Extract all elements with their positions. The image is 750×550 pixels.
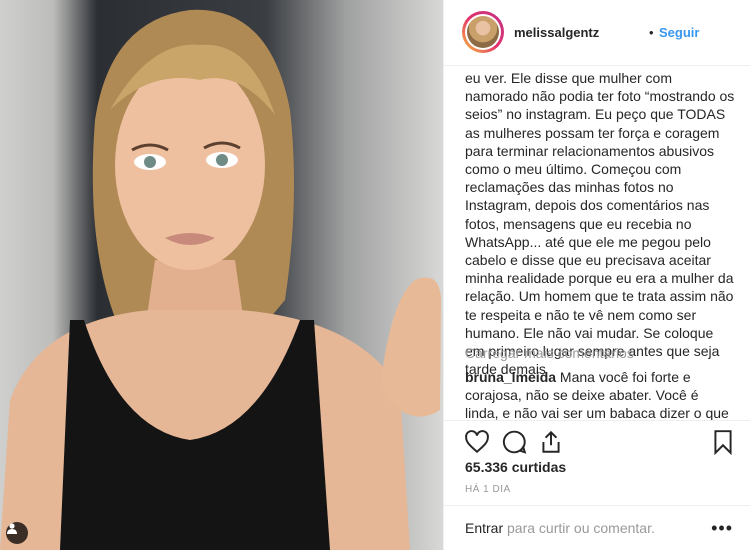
separator-dot: • <box>649 25 654 40</box>
likes-count[interactable]: 65.336 curtidas <box>465 459 566 475</box>
login-link[interactable]: Entrar <box>465 520 503 536</box>
post-caption: eu ver. Ele disse que mulher com namorad… <box>465 70 735 378</box>
post-photo[interactable] <box>0 0 443 550</box>
follow-button[interactable]: Seguir <box>659 25 699 40</box>
comment-icon[interactable] <box>501 429 527 455</box>
post-sidebar: melissalgentz • Seguir eu ver. Ele disse… <box>443 0 750 550</box>
login-prompt: Entrar para curtir ou comentar. <box>465 520 655 536</box>
login-prompt-text: para curtir ou comentar. <box>503 520 655 536</box>
load-more-comments-button[interactable]: Carregar mais comentários <box>465 345 634 361</box>
share-icon[interactable] <box>538 429 564 455</box>
login-footer: Entrar para curtir ou comentar. ••• <box>444 505 750 550</box>
username-link[interactable]: melissalgentz <box>514 25 599 40</box>
avatar[interactable] <box>462 11 504 53</box>
post-header: melissalgentz • Seguir <box>444 0 750 66</box>
action-bar <box>444 420 750 460</box>
bookmark-icon[interactable] <box>710 429 736 455</box>
more-options-icon[interactable]: ••• <box>711 518 733 539</box>
post-timestamp[interactable]: HÁ 1 DIA <box>465 484 511 495</box>
user-tag-icon[interactable] <box>6 522 28 544</box>
comment: bruna_lmeida Mana você foi forte e coraj… <box>465 368 735 420</box>
heart-icon[interactable] <box>464 429 490 455</box>
comment-author[interactable]: bruna_lmeida <box>465 369 556 385</box>
portrait-image <box>0 9 441 550</box>
